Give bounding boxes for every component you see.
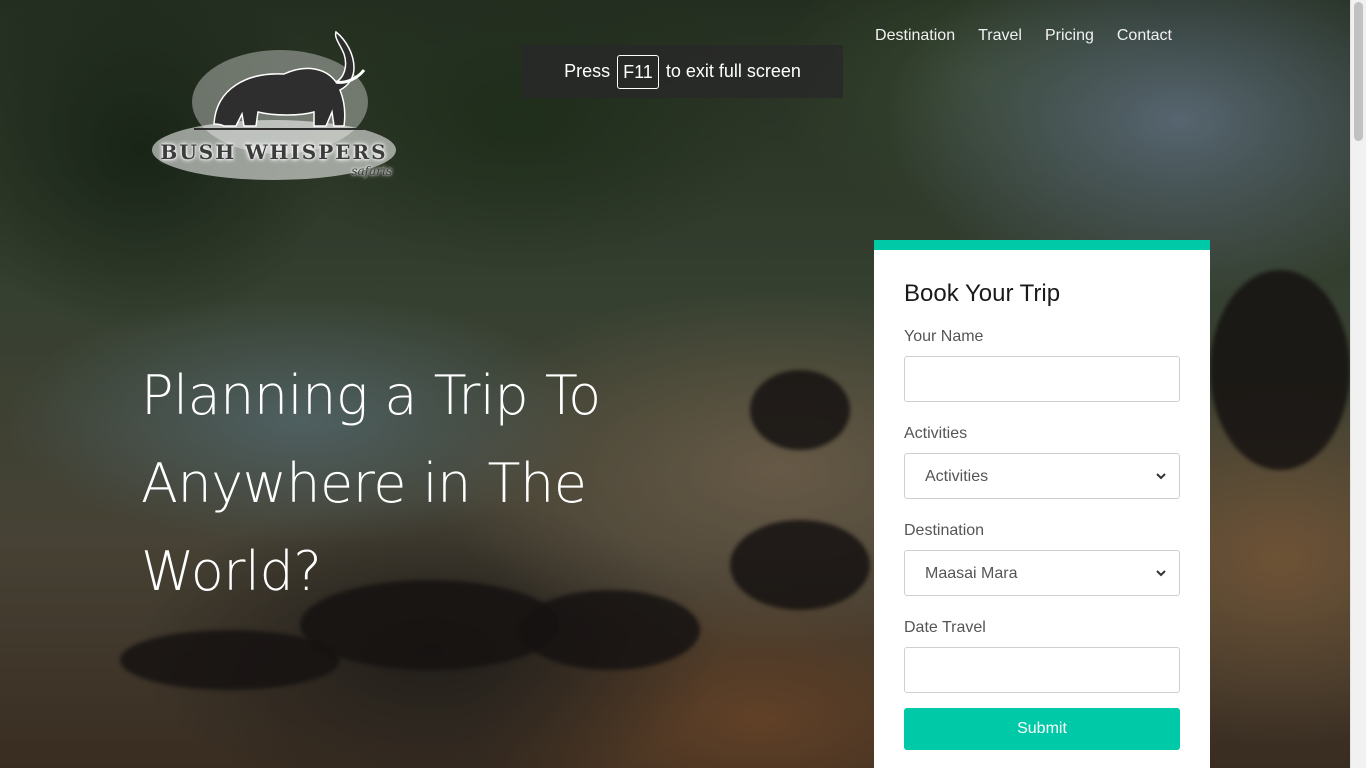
fullscreen-notice-press: Press: [564, 61, 611, 81]
hero-headline: Planning a Trip To Anywhere in The World…: [141, 364, 601, 603]
activities-selected-value: Activities: [925, 468, 989, 485]
site-logo[interactable]: Bush Whispers safaris: [150, 28, 398, 184]
activities-select[interactable]: Activities: [904, 453, 1180, 499]
submit-button[interactable]: Submit: [904, 708, 1180, 750]
activities-label: Activities: [904, 425, 968, 442]
nav-contact[interactable]: Contact: [1117, 24, 1172, 48]
scrollbar-thumb[interactable]: [1354, 2, 1363, 141]
chevron-down-icon: [1156, 570, 1166, 577]
destination-label: Destination: [904, 522, 985, 539]
logo-wordmark: Bush Whispers: [160, 140, 388, 164]
date-label: Date Travel: [904, 619, 986, 636]
destination-select[interactable]: Maasai Mara: [904, 550, 1180, 596]
fullscreen-notice-text: to exit full screen: [665, 61, 801, 81]
f11-key: F11: [617, 54, 659, 89]
date-input[interactable]: [904, 647, 1180, 693]
logo-subtitle: safaris: [351, 164, 392, 178]
name-input[interactable]: [904, 356, 1180, 402]
booking-form: Book Your Trip Your Name Activities Acti…: [874, 240, 1210, 768]
nav-pricing[interactable]: Pricing: [1045, 24, 1094, 48]
name-label: Your Name: [904, 328, 984, 345]
page: Bush Whispers safaris Destination Travel…: [0, 0, 1366, 768]
booking-title: Book Your Trip: [904, 280, 1061, 307]
nav-destination[interactable]: Destination: [875, 24, 955, 48]
destination-selected-value: Maasai Mara: [925, 565, 1018, 582]
page-scrollbar[interactable]: [1350, 0, 1366, 768]
main-nav: Destination Travel Pricing Contact: [875, 24, 1172, 48]
nav-travel[interactable]: Travel: [978, 24, 1022, 48]
chevron-down-icon: [1156, 473, 1166, 480]
fullscreen-notice: Press F11 to exit full screen: [522, 45, 843, 98]
